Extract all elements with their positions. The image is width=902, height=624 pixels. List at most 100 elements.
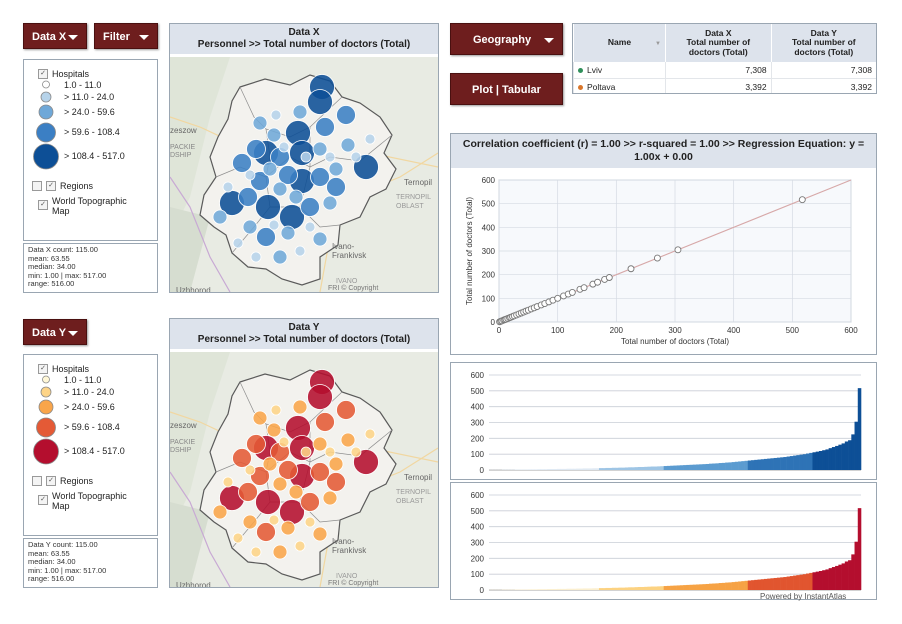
- hospital-bubble[interactable]: [300, 446, 312, 458]
- scatter-point[interactable]: [605, 274, 613, 281]
- hospital-bubble[interactable]: [222, 476, 234, 488]
- hospital-bubble[interactable]: [324, 151, 336, 163]
- hospital-bubble[interactable]: [272, 544, 288, 560]
- bar[interactable]: [828, 568, 833, 590]
- bar[interactable]: [854, 541, 859, 590]
- hospital-bubble[interactable]: [232, 448, 252, 468]
- bar[interactable]: [676, 465, 681, 470]
- bar[interactable]: [734, 461, 739, 470]
- hospital-bubble[interactable]: [289, 435, 315, 461]
- hospital-bubble[interactable]: [278, 460, 298, 480]
- hospital-bubble[interactable]: [312, 436, 328, 452]
- bar[interactable]: [663, 466, 668, 470]
- bar[interactable]: [615, 467, 619, 470]
- bar[interactable]: [683, 585, 687, 590]
- bar[interactable]: [537, 469, 542, 470]
- bar[interactable]: [650, 466, 655, 470]
- scatter-point[interactable]: [568, 288, 576, 296]
- bar[interactable]: [586, 468, 590, 470]
- bar[interactable]: [702, 464, 707, 470]
- bar[interactable]: [553, 469, 558, 470]
- bar[interactable]: [637, 586, 642, 590]
- bar[interactable]: [815, 571, 820, 590]
- hospital-bubble[interactable]: [350, 151, 362, 163]
- bar[interactable]: [831, 447, 836, 470]
- bar[interactable]: [611, 467, 616, 470]
- hospital-bubble[interactable]: [270, 404, 282, 416]
- hospital-bubble[interactable]: [278, 141, 290, 153]
- bar[interactable]: [598, 468, 603, 470]
- bar[interactable]: [534, 469, 538, 470]
- bar[interactable]: [812, 452, 817, 470]
- bar[interactable]: [560, 588, 564, 590]
- hospital-bubble[interactable]: [326, 472, 346, 492]
- bar[interactable]: [754, 459, 758, 470]
- bar[interactable]: [831, 567, 836, 590]
- bar[interactable]: [725, 462, 729, 470]
- bar[interactable]: [621, 587, 626, 591]
- bar[interactable]: [734, 581, 739, 590]
- bar[interactable]: [799, 574, 804, 590]
- bar[interactable]: [595, 588, 600, 590]
- regions-checkbox[interactable]: ✓: [46, 476, 56, 486]
- bar[interactable]: [573, 468, 577, 470]
- bar[interactable]: [841, 563, 846, 590]
- bar[interactable]: [763, 458, 768, 470]
- bar[interactable]: [637, 466, 642, 470]
- bar[interactable]: [715, 463, 719, 470]
- bar[interactable]: [576, 468, 580, 470]
- hospital-bubble[interactable]: [246, 139, 266, 159]
- bar[interactable]: [731, 462, 736, 470]
- hospital-bubble[interactable]: [278, 165, 298, 185]
- bar[interactable]: [786, 456, 791, 470]
- hospital-bubble[interactable]: [307, 384, 333, 410]
- hospital-bubble[interactable]: [364, 133, 376, 145]
- scatter-point[interactable]: [554, 294, 562, 302]
- bar[interactable]: [644, 466, 648, 470]
- hospital-bubble[interactable]: [256, 522, 276, 542]
- hospital-bubble[interactable]: [312, 141, 328, 157]
- bar[interactable]: [728, 462, 732, 470]
- hospital-bubble[interactable]: [262, 456, 278, 472]
- bar[interactable]: [531, 469, 535, 470]
- hospital-bubble[interactable]: [272, 249, 288, 265]
- geography-button[interactable]: Geography: [450, 23, 563, 55]
- bar[interactable]: [696, 584, 700, 590]
- bar[interactable]: [579, 468, 584, 470]
- bar[interactable]: [624, 467, 629, 470]
- bar[interactable]: [747, 460, 752, 471]
- bar[interactable]: [628, 587, 632, 590]
- hospital-bubble[interactable]: [242, 219, 258, 235]
- bar[interactable]: [806, 573, 810, 590]
- bar[interactable]: [844, 441, 849, 471]
- hospital-bubble[interactable]: [312, 526, 328, 542]
- bar[interactable]: [822, 450, 826, 470]
- bar[interactable]: [757, 579, 762, 590]
- bar[interactable]: [705, 463, 710, 470]
- bar[interactable]: [699, 584, 703, 590]
- hospital-bubble[interactable]: [244, 464, 256, 476]
- bar[interactable]: [712, 463, 716, 470]
- bar[interactable]: [634, 587, 639, 590]
- data-y-button[interactable]: Data Y: [23, 319, 87, 345]
- bar[interactable]: [705, 583, 710, 590]
- bar[interactable]: [608, 467, 613, 470]
- filter-button[interactable]: Filter: [94, 23, 158, 49]
- scatter-point[interactable]: [653, 254, 661, 262]
- bar[interactable]: [776, 457, 781, 470]
- bar[interactable]: [851, 554, 855, 591]
- hospital-bubble[interactable]: [252, 410, 268, 426]
- hospital-bubble[interactable]: [266, 422, 282, 438]
- hospital-bubble[interactable]: [292, 104, 308, 120]
- bar[interactable]: [569, 588, 574, 590]
- table-row[interactable]: Poltava 3,392 3,392: [573, 78, 876, 93]
- hospital-bubble[interactable]: [315, 412, 335, 432]
- hospital-bubble[interactable]: [340, 432, 356, 448]
- bar[interactable]: [741, 581, 745, 590]
- bar[interactable]: [793, 455, 797, 470]
- bar[interactable]: [783, 457, 787, 470]
- hospitals-checkbox[interactable]: ✓: [38, 69, 48, 79]
- map-canvas[interactable]: zeszow PACKIE DSHIP Ternopil TERNOPIL OBLAST I…: [170, 352, 438, 587]
- bar[interactable]: [767, 578, 771, 590]
- bar[interactable]: [796, 455, 800, 470]
